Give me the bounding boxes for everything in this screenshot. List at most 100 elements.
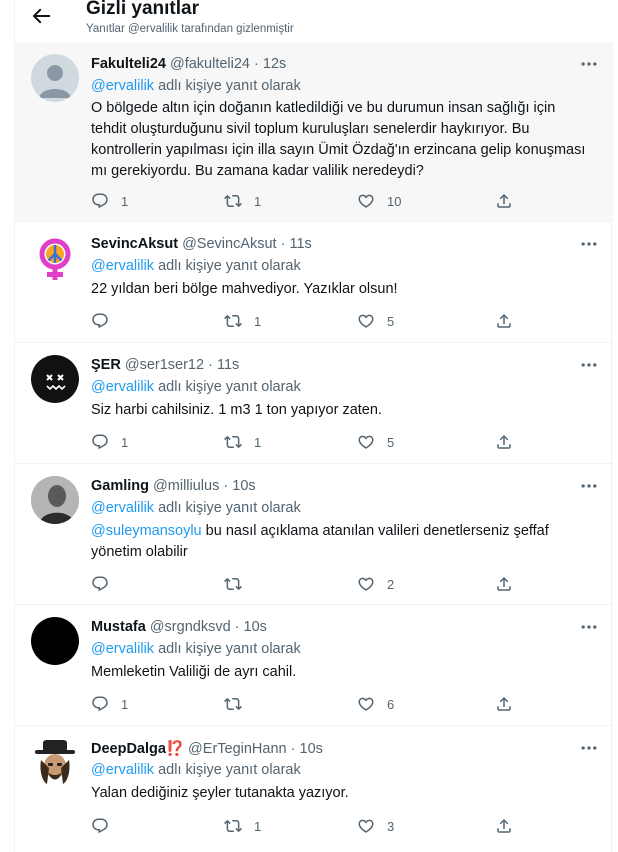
- more-icon[interactable]: [577, 355, 601, 375]
- reply-context-text: adlı kişiye yanıt olarak: [158, 258, 301, 274]
- tweet[interactable]: Fakulteli24 @fakulteli24 · 12s @ervalili…: [15, 42, 613, 222]
- share-button[interactable]: [495, 694, 513, 714]
- reply-button[interactable]: 1: [91, 432, 128, 452]
- avatar[interactable]: [31, 355, 79, 403]
- tweet[interactable]: Gamling @milliulus · 10s @ervalilik adlı…: [15, 464, 613, 605]
- like-count: 2: [387, 576, 395, 592]
- author-name[interactable]: Gamling: [91, 478, 149, 494]
- reply-button[interactable]: [91, 816, 121, 836]
- author-handle[interactable]: @SevincAksut: [182, 236, 277, 252]
- more-icon[interactable]: [577, 476, 601, 496]
- retweet-button[interactable]: [224, 694, 254, 714]
- retweet-count: 1: [254, 193, 262, 209]
- retweet-button[interactable]: 1: [224, 816, 261, 836]
- retweet-button[interactable]: 1: [224, 311, 261, 331]
- author-handle[interactable]: @milliulus: [153, 478, 219, 494]
- avatar[interactable]: [31, 54, 79, 102]
- more-icon[interactable]: [577, 738, 601, 758]
- retweet-icon: [224, 433, 242, 451]
- like-icon: [357, 433, 375, 451]
- tweet[interactable]: DeepDalga⁉️ @ErTeginHann · 10s @ervalili…: [15, 726, 613, 852]
- reply-context-text: adlı kişiye yanıt olarak: [158, 762, 301, 778]
- tweet-header: SevincAksut @SevincAksut · 11s: [91, 236, 312, 252]
- mention-link[interactable]: @suleymansoylu: [91, 523, 202, 539]
- reply-mention-link[interactable]: @ervalilik: [91, 641, 154, 657]
- like-button[interactable]: 6: [357, 694, 394, 714]
- page-title: Gizli yanıtlar: [86, 0, 199, 19]
- author-handle[interactable]: @srgndksvd: [150, 619, 231, 635]
- reply-mention-link[interactable]: @ervalilik: [91, 500, 154, 516]
- author-name[interactable]: Fakulteli24: [91, 56, 166, 72]
- retweet-icon: [224, 817, 242, 835]
- timestamp[interactable]: 11s: [290, 236, 312, 252]
- share-icon: [495, 433, 513, 451]
- reply-mention-link[interactable]: @ervalilik: [91, 762, 154, 778]
- tweet-text: Yalan dediğiniz şeyler tutanakta yazıyor…: [91, 785, 349, 801]
- author-handle[interactable]: @ErTeginHann: [188, 741, 287, 757]
- retweet-button[interactable]: 1: [224, 191, 261, 211]
- reply-button[interactable]: [91, 574, 121, 594]
- separator-dot: ·: [254, 56, 259, 72]
- reply-button[interactable]: 1: [91, 694, 128, 714]
- share-icon: [495, 312, 513, 330]
- reply-context-text: adlı kişiye yanıt olarak: [158, 641, 301, 657]
- reply-context: @ervalilik adlı kişiye yanıt olarak: [91, 379, 301, 395]
- share-button[interactable]: [495, 574, 513, 594]
- like-button[interactable]: 3: [357, 816, 394, 836]
- like-button[interactable]: 10: [357, 191, 401, 211]
- timestamp[interactable]: 10s: [244, 619, 267, 635]
- author-name[interactable]: ŞER: [91, 357, 121, 373]
- tweet[interactable]: SevincAksut @SevincAksut · 11s @ervalili…: [15, 222, 613, 343]
- retweet-button[interactable]: 1: [224, 432, 261, 452]
- share-button[interactable]: [495, 191, 513, 211]
- reply-button[interactable]: 1: [91, 191, 128, 211]
- reply-mention-link[interactable]: @ervalilik: [91, 78, 154, 94]
- more-icon[interactable]: [577, 617, 601, 637]
- avatar[interactable]: [31, 476, 79, 524]
- more-icon[interactable]: [577, 54, 601, 74]
- reply-mention-link[interactable]: @ervalilik: [91, 258, 154, 274]
- timestamp[interactable]: 11s: [217, 357, 239, 373]
- like-count: 3: [387, 818, 395, 834]
- retweet-button[interactable]: [224, 574, 254, 594]
- avatar[interactable]: [31, 738, 79, 786]
- like-button[interactable]: 5: [357, 432, 394, 452]
- tweet[interactable]: ŞER @ser1ser12 · 11s @ervalilik adlı kiş…: [15, 343, 613, 464]
- back-arrow-icon[interactable]: [29, 4, 53, 28]
- share-button[interactable]: [495, 816, 513, 836]
- like-button[interactable]: 5: [357, 311, 394, 331]
- retweet-icon: [224, 312, 242, 330]
- timestamp[interactable]: 10s: [232, 478, 255, 494]
- like-icon: [357, 192, 375, 210]
- share-icon: [495, 817, 513, 835]
- page-subtitle: Yanıtlar @ervalilik tarafından gizlenmiş…: [86, 23, 294, 35]
- tweet-header: Fakulteli24 @fakulteli24 · 12s: [91, 56, 286, 72]
- reply-context-text: adlı kişiye yanıt olarak: [158, 78, 301, 94]
- reply-icon: [91, 433, 109, 451]
- author-handle[interactable]: @fakulteli24: [170, 56, 250, 72]
- author-name[interactable]: Mustafa: [91, 619, 146, 635]
- share-button[interactable]: [495, 432, 513, 452]
- tweet-header: Mustafa @srgndksvd · 10s: [91, 619, 267, 635]
- like-count: 5: [387, 434, 395, 450]
- reply-button[interactable]: [91, 311, 121, 331]
- timestamp[interactable]: 12s: [263, 56, 286, 72]
- share-icon: [495, 575, 513, 593]
- like-count: 5: [387, 313, 395, 329]
- like-button[interactable]: 2: [357, 574, 394, 594]
- author-name[interactable]: DeepDalga: [91, 741, 166, 757]
- author-name[interactable]: SevincAksut: [91, 236, 178, 252]
- tweet[interactable]: Mustafa @srgndksvd · 10s @ervalilik adlı…: [15, 605, 613, 726]
- avatar[interactable]: [31, 617, 79, 665]
- more-icon[interactable]: [577, 234, 601, 254]
- separator-dot: ·: [208, 357, 213, 373]
- share-button[interactable]: [495, 311, 513, 331]
- avatar[interactable]: [31, 234, 79, 282]
- author-handle[interactable]: @ser1ser12: [125, 357, 204, 373]
- reply-mention-link[interactable]: @ervalilik: [91, 379, 154, 395]
- timestamp[interactable]: 10s: [300, 741, 323, 757]
- tweet-actions: 1 3: [91, 816, 531, 836]
- retweet-count: 1: [254, 818, 262, 834]
- share-icon: [495, 695, 513, 713]
- reply-context: @ervalilik adlı kişiye yanıt olarak: [91, 258, 301, 274]
